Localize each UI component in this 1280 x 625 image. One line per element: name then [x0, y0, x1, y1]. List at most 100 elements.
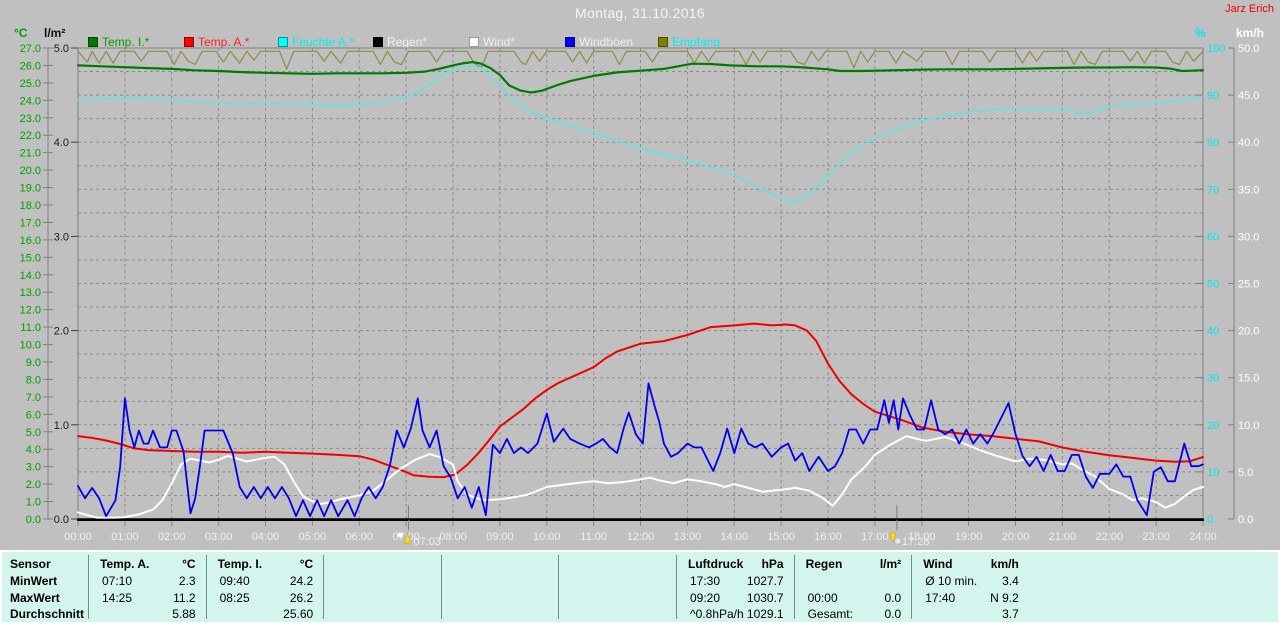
temp-axis-tick-label: 11.0	[20, 322, 41, 334]
stats-panel: Sensor MinWert MaxWert Durchschnitt Temp. A.…	[0, 550, 1280, 625]
rain-axis-tick-label: 1.0	[54, 420, 69, 432]
stats-column-divider	[793, 555, 795, 619]
x-axis-tick-label: 10:00	[533, 531, 561, 543]
x-axis-tick-label: 11:00	[580, 531, 607, 543]
temp-axis-tick-label: 3.0	[26, 462, 41, 474]
x-axis-tick-label: 06:00	[345, 531, 373, 543]
stats-value-number: 1027.7	[746, 574, 784, 588]
temp-axis-tick-label: 5.0	[26, 427, 41, 439]
weather-app-window: { "header": { "title": "Montag, 31.10.20…	[0, 0, 1280, 625]
x-axis-tick-label: 17:00	[861, 531, 889, 543]
humidity-axis-tick-label: 90	[1207, 90, 1219, 102]
stats-value-number: 26.2	[289, 590, 314, 605]
temp-axis-tick-label: 0.0	[26, 514, 41, 526]
temp-axis-tick-label: 6.0	[26, 409, 41, 421]
wind-axis-tick-label: 25.0	[1238, 279, 1259, 291]
temp-axis-tick-label: 23.0	[20, 113, 41, 125]
wind-axis-tick-label: 50.0	[1238, 43, 1259, 55]
rain-axis-tick-label: 3.0	[54, 231, 69, 243]
wind-axis-tick-label: 45.0	[1238, 90, 1259, 102]
temp-axis-tick-label: 7.0	[26, 392, 41, 404]
x-axis-tick-label: 03:00	[205, 531, 233, 543]
x-axis-tick-label: 14:00	[720, 531, 748, 543]
stats-col-header-unit: l/m²	[879, 557, 902, 571]
stats-value-number: 25.60	[283, 607, 314, 621]
sunset-time-label: 17:28	[902, 536, 930, 548]
wind-axis-tick-label: 20.0	[1238, 326, 1259, 338]
x-axis-tick-label: 04:00	[252, 531, 280, 543]
stats-col-header-unit: hPa	[761, 557, 784, 571]
wind-axis-tick-label: 0.0	[1238, 514, 1253, 526]
humidity-axis-tick-label: 40	[1207, 326, 1219, 338]
humidity-axis-tick-label: 60	[1207, 231, 1219, 243]
x-axis-tick-label: 00:00	[64, 531, 92, 543]
stats-value-number: 2.3	[178, 574, 196, 588]
temp-axis-tick-label: 1.0	[26, 497, 41, 509]
sunrise-time-label: 07:03	[413, 536, 441, 548]
stats-column-divider	[676, 555, 677, 619]
temp-axis-tick-label: 20.0	[20, 165, 41, 177]
temp-axis-tick-label: 24.0	[20, 95, 41, 107]
x-axis-tick-label: 09:00	[486, 531, 514, 543]
x-axis-tick-label: 24:00	[1189, 531, 1217, 543]
weather-chart: 0.0 1.0 2.0 3.0 4.0 5.0 6.0 7.0 8.0 9.0 10.0 11.0 12…	[20, 43, 1260, 548]
x-axis-tick-label: 21:00	[1049, 531, 1077, 543]
temp-axis-tick-label: 22.0	[20, 130, 41, 142]
stats-value-number: 0.0	[884, 590, 902, 605]
stats-row-label: Durchschnitt	[10, 607, 85, 621]
stats-value-number: 3.7	[1002, 607, 1019, 621]
stats-value-number: 0.0	[884, 607, 902, 621]
temp-axis-tick-label: 9.0	[26, 357, 41, 369]
humidity-axis-tick-label: 20	[1207, 420, 1219, 432]
rain-axis-tick-label: 2.0	[54, 326, 69, 338]
x-axis-tick-label: 19:00	[955, 531, 983, 543]
humidity-axis-tick-label: 10	[1207, 467, 1219, 479]
stats-col-header-unit: °C	[299, 557, 314, 571]
stats-row-label: MaxWert	[10, 590, 60, 605]
wind-axis-tick-label: 35.0	[1238, 184, 1259, 196]
x-axis-tick-label: 23:00	[1142, 531, 1170, 543]
wind-axis-tick-label: 5.0	[1238, 467, 1253, 479]
stats-column-divider	[911, 555, 913, 619]
temp-axis-tick-label: 10.0	[20, 340, 41, 352]
stats-row-label: MinWert	[10, 574, 58, 588]
series-temp-a-line	[77, 322, 1204, 479]
x-axis-tick-label: 08:00	[439, 531, 467, 543]
stats-row-label: Sensor	[10, 557, 51, 571]
humidity-axis-tick-label: 50	[1207, 279, 1219, 291]
temp-axis-tick-label: 19.0	[20, 183, 41, 195]
stats-value-number: 1029.1	[746, 607, 784, 621]
stats-value-number: 24.2	[289, 574, 314, 588]
stats-column-divider	[558, 555, 560, 619]
humidity-axis-tick-label: 100	[1207, 43, 1225, 55]
humidity-axis-tick-label: 80	[1207, 137, 1219, 149]
wind-axis-tick-label: 30.0	[1238, 231, 1259, 243]
wind-axis-tick-label: 10.0	[1238, 420, 1259, 432]
sunset-arrow-icon	[889, 532, 897, 544]
x-axis-tick-label: 05:00	[299, 531, 327, 543]
x-axis-tick-label: 12:00	[627, 531, 655, 543]
temp-axis-tick-label: 14.0	[20, 270, 41, 282]
temp-axis-tick-label: 16.0	[20, 235, 41, 247]
wind-axis-tick-label: 15.0	[1238, 373, 1259, 385]
x-axis-tick-label: 15:00	[767, 531, 795, 543]
stats-column-divider	[440, 555, 442, 619]
temp-axis-tick-label: 25.0	[20, 78, 41, 90]
x-axis-tick-label: 16:00	[814, 531, 842, 543]
x-axis-tick-label: 02:00	[158, 531, 186, 543]
stats-col-header-unit: °C	[182, 557, 196, 571]
stats-value-number: N 9.2	[990, 590, 1019, 605]
stats-column-divider	[88, 555, 89, 619]
temp-axis-tick-label: 13.0	[20, 287, 41, 299]
temp-axis-tick-label: 15.0	[20, 252, 41, 264]
x-axis-tick-label: 22:00	[1095, 531, 1123, 543]
rain-axis-tick-label: 4.0	[54, 137, 69, 149]
sunset-icon	[895, 538, 901, 544]
humidity-axis-tick-label: 70	[1207, 184, 1219, 196]
wind-axis-tick-label: 40.0	[1238, 137, 1259, 149]
temp-axis-tick-label: 12.0	[20, 305, 41, 317]
temp-axis-tick-label: 18.0	[20, 200, 41, 212]
x-axis-tick-label: 20:00	[1002, 531, 1030, 543]
stats-value-number: 11.2	[173, 590, 196, 605]
stats-column-divider	[205, 555, 207, 619]
